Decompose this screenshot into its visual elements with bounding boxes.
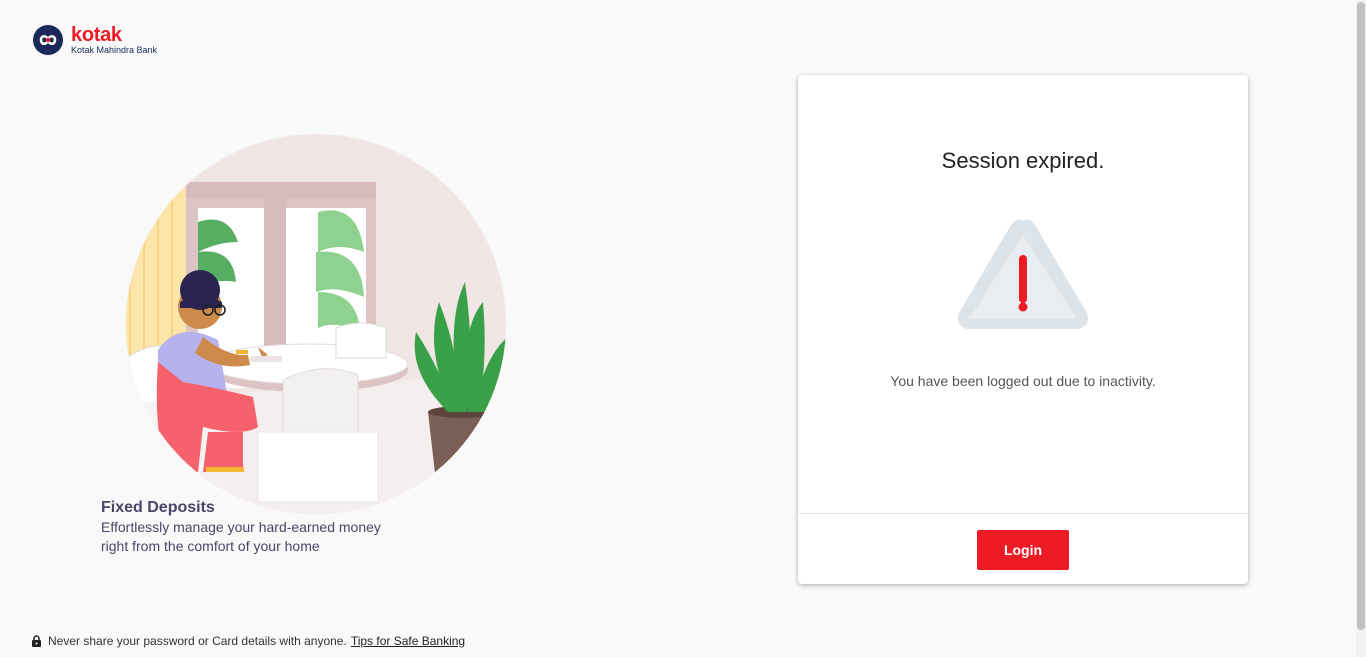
- session-expired-card: Session expired. You have been logged ou…: [798, 75, 1248, 584]
- security-notice: Never share your password or Card detail…: [48, 634, 347, 648]
- login-button[interactable]: Login: [977, 530, 1069, 570]
- security-footer: Never share your password or Card detail…: [31, 634, 465, 648]
- logo-subtitle: Kotak Mahindra Bank: [71, 45, 158, 55]
- kotak-logo[interactable]: kotak Kotak Mahindra Bank: [32, 24, 157, 56]
- inactivity-message: You have been logged out due to inactivi…: [890, 373, 1156, 389]
- promo-description: Effortlessly manage your hard-earned mon…: [101, 519, 381, 554]
- promo-section: Fixed Deposits Effortlessly manage your …: [101, 498, 411, 556]
- fixed-deposit-illustration: [126, 134, 506, 514]
- lock-icon: [32, 635, 41, 647]
- card-divider: [798, 513, 1248, 514]
- scrollbar-thumb[interactable]: [1357, 2, 1365, 630]
- kotak-infinity-icon: [33, 25, 63, 55]
- warning-icon: [958, 219, 1088, 329]
- page-scrollbar[interactable]: [1356, 0, 1366, 657]
- logo-brand-text: kotak: [71, 24, 122, 46]
- safe-banking-tips-link[interactable]: Tips for Safe Banking: [351, 634, 465, 648]
- session-expired-page: kotak Kotak Mahindra Bank Fixed Deposits…: [0, 0, 1366, 657]
- promo-title: Fixed Deposits: [101, 499, 215, 516]
- card-title: Session expired.: [941, 148, 1105, 173]
